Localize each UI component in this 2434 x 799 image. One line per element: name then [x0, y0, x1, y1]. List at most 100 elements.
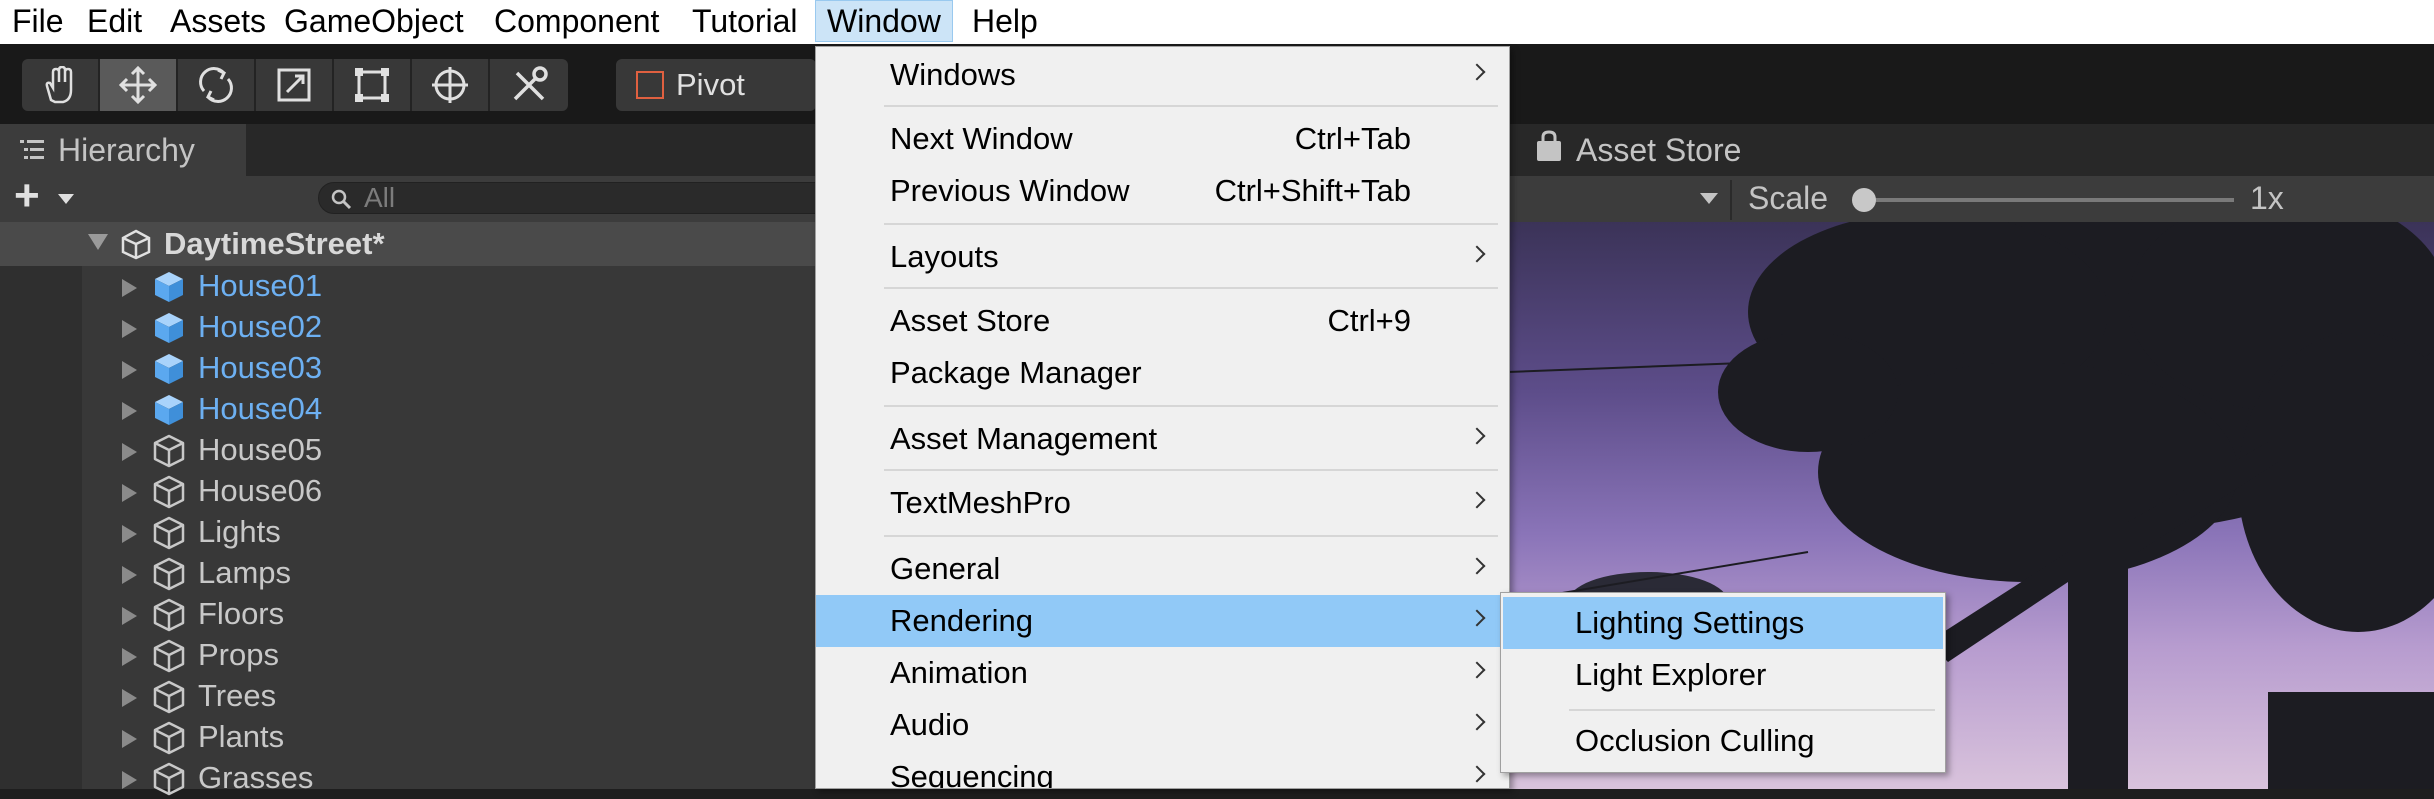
hierarchy-row[interactable]: House01	[82, 266, 820, 307]
search-icon	[331, 189, 352, 210]
submenu-item-light-explorer[interactable]: Light Explorer	[1503, 649, 1943, 701]
menu-item-sequencing[interactable]: Sequencing	[816, 751, 1509, 789]
menu-file[interactable]: File	[10, 0, 66, 42]
scale-label: Scale	[1748, 180, 1829, 216]
expand-arrow-icon[interactable]	[122, 320, 137, 338]
menu-separator	[884, 223, 1498, 225]
menu-item-label: Previous Window	[890, 173, 1130, 208]
menu-item-rendering[interactable]: Rendering	[816, 595, 1509, 647]
menu-item-general[interactable]: General	[816, 543, 1509, 595]
move-tool-icon[interactable]	[100, 59, 178, 111]
submenu-item-lighting-settings[interactable]: Lighting Settings	[1503, 597, 1943, 649]
hierarchy-tab-label: Hierarchy	[58, 132, 195, 168]
hierarchy-gutter	[0, 222, 82, 789]
expand-arrow-icon[interactable]	[122, 484, 137, 502]
menu-separator	[884, 405, 1498, 407]
aspect-dropdown-arrow-icon[interactable]	[1700, 193, 1718, 204]
menu-item-asset-management[interactable]: Asset Management	[816, 413, 1509, 465]
expand-arrow-icon[interactable]	[88, 234, 108, 250]
hierarchy-row[interactable]: Grasses	[82, 758, 820, 799]
menu-item-previous-window[interactable]: Previous Window Ctrl+Shift+Tab	[816, 165, 1509, 217]
menu-item-shortcut: Ctrl+Shift+Tab	[1214, 173, 1411, 208]
chevron-right-icon	[1468, 557, 1486, 575]
expand-arrow-icon[interactable]	[122, 361, 137, 379]
chevron-right-icon	[1468, 491, 1486, 509]
hierarchy-row-label: Trees	[198, 678, 277, 713]
chevron-right-icon	[1468, 63, 1486, 81]
custom-tools-icon[interactable]	[490, 59, 568, 111]
create-dropdown-button[interactable]: +	[12, 174, 78, 218]
hierarchy-row-label: Grasses	[198, 760, 314, 795]
tab-asset-store[interactable]: Asset Store	[1576, 132, 1741, 168]
scale-slider-track[interactable]	[1862, 198, 2234, 202]
hierarchy-row-label: House03	[198, 350, 323, 385]
pivot-icon	[636, 71, 664, 99]
expand-arrow-icon[interactable]	[122, 566, 137, 584]
hierarchy-row[interactable]: House06	[82, 471, 820, 512]
gameobject-cube-icon	[153, 598, 185, 632]
scene-name: DaytimeStreet*	[164, 226, 385, 261]
hierarchy-row[interactable]: Floors	[82, 594, 820, 635]
hierarchy-row[interactable]: Trees	[82, 676, 820, 717]
hierarchy-row-label: Floors	[198, 596, 285, 631]
menu-tutorial[interactable]: Tutorial	[690, 0, 800, 42]
menu-help[interactable]: Help	[970, 0, 1040, 42]
hierarchy-row[interactable]: Lights	[82, 512, 820, 553]
menu-item-layouts[interactable]: Layouts	[816, 231, 1509, 283]
submenu-item-label: Lighting Settings	[1575, 605, 1805, 640]
expand-arrow-icon[interactable]	[122, 648, 137, 666]
expand-arrow-icon[interactable]	[122, 525, 137, 543]
transform-tool-icon[interactable]	[412, 59, 490, 111]
menu-component[interactable]: Component	[492, 0, 661, 42]
submenu-item-occlusion-culling[interactable]: Occlusion Culling	[1503, 715, 1943, 767]
expand-arrow-icon[interactable]	[122, 443, 137, 461]
scale-value: 1x	[2250, 180, 2284, 216]
menu-item-animation[interactable]: Animation	[816, 647, 1509, 699]
hierarchy-row-label: House02	[198, 309, 323, 344]
menu-item-textmeshpro[interactable]: TextMeshPro	[816, 477, 1509, 529]
menu-edit[interactable]: Edit	[85, 0, 144, 42]
menu-gameobject[interactable]: GameObject	[282, 0, 466, 42]
hierarchy-row[interactable]: Lamps	[82, 553, 820, 594]
hierarchy-row[interactable]: House02	[82, 307, 820, 348]
menu-separator	[1569, 709, 1935, 711]
hierarchy-row[interactable]: House03	[82, 348, 820, 389]
gameobject-cube-icon	[153, 680, 185, 714]
scene-row[interactable]: DaytimeStreet*	[0, 222, 820, 266]
gameobject-cube-icon	[153, 762, 185, 796]
expand-arrow-icon[interactable]	[122, 402, 137, 420]
menu-item-label: Animation	[890, 655, 1028, 690]
rotate-tool-icon[interactable]	[178, 59, 256, 111]
menu-item-asset-store[interactable]: Asset Store Ctrl+9	[816, 295, 1509, 347]
menu-item-windows[interactable]: Windows	[816, 49, 1509, 101]
expand-arrow-icon[interactable]	[122, 689, 137, 707]
chevron-right-icon	[1468, 765, 1486, 783]
hand-tool-icon[interactable]	[22, 59, 100, 111]
menu-item-package-manager[interactable]: Package Manager	[816, 347, 1509, 399]
menu-item-next-window[interactable]: Next Window Ctrl+Tab	[816, 113, 1509, 165]
menu-separator	[884, 469, 1498, 471]
rect-tool-icon[interactable]	[334, 59, 412, 111]
hierarchy-row-label: Lamps	[198, 555, 292, 590]
menu-window[interactable]: Window	[815, 0, 953, 42]
hierarchy-row[interactable]: House05	[82, 430, 820, 471]
scale-slider-thumb[interactable]	[1852, 188, 1876, 212]
window-menu: Windows Next Window Ctrl+Tab Previous Windo…	[815, 46, 1510, 789]
menu-assets[interactable]: Assets	[168, 0, 268, 42]
hierarchy-row[interactable]: House04	[82, 389, 820, 430]
scale-tool-icon[interactable]	[256, 59, 334, 111]
expand-arrow-icon[interactable]	[122, 279, 137, 297]
menu-bar: File Edit Assets GameObject Component Tu…	[0, 0, 2434, 44]
menu-item-label: Sequencing	[890, 759, 1054, 789]
hierarchy-row[interactable]: Props	[82, 635, 820, 676]
hierarchy-row[interactable]: Plants	[82, 717, 820, 758]
chevron-right-icon	[1468, 713, 1486, 731]
menu-item-label: General	[890, 551, 1001, 586]
menu-item-label: Windows	[890, 57, 1016, 92]
pivot-toggle[interactable]: Pivot	[616, 59, 816, 111]
expand-arrow-icon[interactable]	[122, 730, 137, 748]
expand-arrow-icon[interactable]	[122, 607, 137, 625]
menu-item-audio[interactable]: Audio	[816, 699, 1509, 751]
expand-arrow-icon[interactable]	[122, 771, 137, 789]
menu-item-label: TextMeshPro	[890, 485, 1071, 520]
